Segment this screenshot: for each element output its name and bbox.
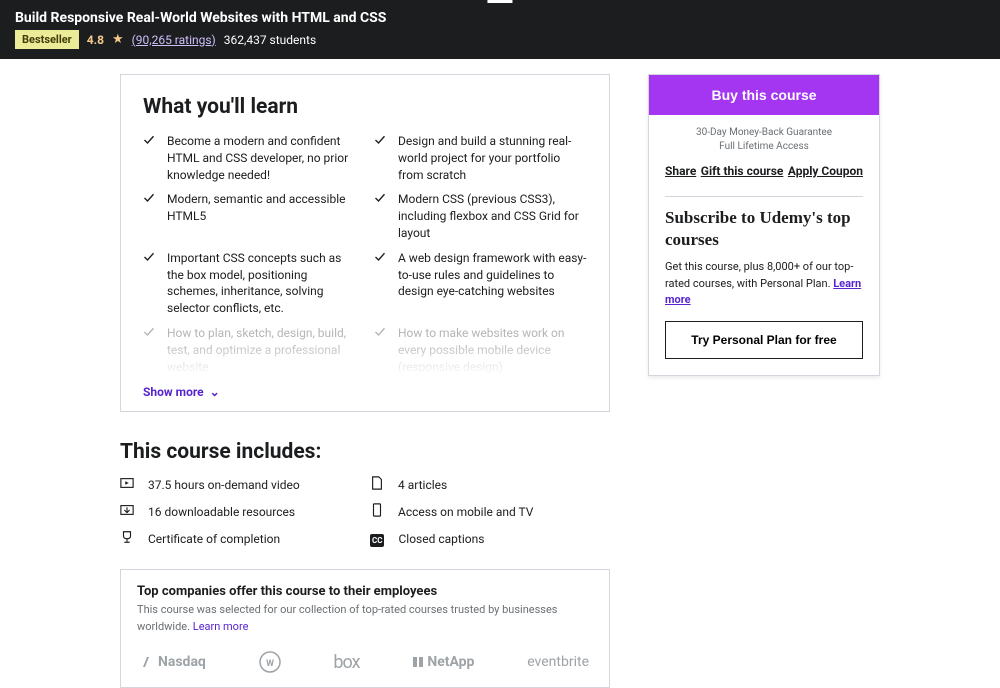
companies-desc: This course was selected for our collect…: [137, 602, 593, 635]
check-icon: [374, 251, 386, 317]
lifetime-access-text: Full Lifetime Access: [665, 141, 863, 152]
subscribe-desc-text: Get this course, plus 8,000+ of our top-…: [665, 260, 853, 290]
try-personal-plan-button[interactable]: Try Personal Plan for free: [665, 321, 863, 359]
purchase-sidebar: Buy this course 30-Day Money-Back Guaran…: [648, 74, 880, 376]
ratings-link[interactable]: (90,265 ratings): [132, 33, 216, 47]
includes-text: Closed captions: [398, 532, 484, 546]
check-icon: [374, 192, 386, 241]
check-icon: [143, 251, 155, 317]
video-icon: [120, 476, 134, 493]
coupon-link[interactable]: Apply Coupon: [788, 164, 863, 178]
company-logos: Nasdaq W box NetApp eventbrite: [137, 651, 593, 673]
companies-heading: Top companies offer this course to their…: [137, 584, 593, 599]
download-icon: [120, 503, 134, 520]
file-icon: [370, 476, 384, 493]
wyl-text: Modern CSS (previous CSS3), including fl…: [398, 191, 587, 241]
companies-learn-more-link[interactable]: Learn more: [193, 620, 249, 633]
check-icon: [143, 134, 155, 183]
subscribe-title: Subscribe to Udemy's top courses: [665, 207, 863, 251]
trophy-icon: [120, 530, 134, 547]
buy-course-button[interactable]: Buy this course: [649, 75, 879, 115]
top-companies-box: Top companies offer this course to their…: [120, 569, 610, 688]
wyl-item: Important CSS concepts such as the box m…: [143, 250, 356, 317]
money-back-text: 30-Day Money-Back Guarantee: [665, 127, 863, 138]
check-icon: [374, 134, 386, 183]
gift-link[interactable]: Gift this course: [701, 164, 784, 178]
svg-text:W: W: [266, 659, 274, 669]
course-header: Build Responsive Real-World Websites wit…: [0, 0, 1000, 59]
wyl-text: Important CSS concepts such as the box m…: [167, 250, 356, 317]
wyl-heading: What you'll learn: [143, 95, 587, 119]
includes-text: 4 articles: [398, 478, 447, 492]
includes-item: 16 downloadable resources: [120, 503, 370, 520]
mobile-icon: [370, 503, 384, 520]
wyl-item: Modern CSS (previous CSS3), including fl…: [374, 191, 587, 241]
box-logo: box: [333, 652, 359, 673]
nasdaq-logo: Nasdaq: [141, 654, 206, 670]
divider: [665, 196, 863, 197]
wyl-item: Modern, semantic and accessible HTML5: [143, 191, 356, 241]
wyl-item: Design and build a stunning real-world p…: [374, 133, 587, 183]
chevron-down-icon: ⌄: [210, 385, 220, 399]
what-youll-learn-box: What you'll learn Become a modern and co…: [120, 74, 610, 412]
rating-value: 4.8: [87, 33, 104, 47]
cc-icon: CC: [370, 532, 384, 546]
course-meta: Bestseller 4.8 ★ (90,265 ratings) 362,43…: [15, 30, 985, 49]
share-link[interactable]: Share: [665, 164, 696, 178]
includes-heading: This course includes:: [120, 440, 610, 464]
includes-item: 37.5 hours on-demand video: [120, 476, 370, 493]
netapp-logo: NetApp: [412, 654, 474, 670]
includes-item: 4 articles: [370, 476, 610, 493]
eventbrite-logo: eventbrite: [527, 654, 589, 670]
wyl-item: A web design framework with easy-to-use …: [374, 250, 587, 317]
includes-text: 16 downloadable resources: [148, 505, 295, 519]
vw-logo: W: [259, 651, 281, 673]
includes-text: Access on mobile and TV: [398, 505, 533, 519]
subscribe-desc: Get this course, plus 8,000+ of our top-…: [665, 259, 863, 309]
course-title: Build Responsive Real-World Websites wit…: [15, 10, 985, 26]
includes-text: 37.5 hours on-demand video: [148, 478, 300, 492]
wyl-text: Become a modern and confident HTML and C…: [167, 133, 356, 183]
or-text: or: [487, 0, 512, 3]
wyl-item: Become a modern and confident HTML and C…: [143, 133, 356, 183]
includes-item: Certificate of completion: [120, 530, 370, 547]
wyl-text: Modern, semantic and accessible HTML5: [167, 191, 356, 241]
bestseller-badge: Bestseller: [15, 30, 79, 49]
wyl-text: A web design framework with easy-to-use …: [398, 250, 587, 317]
star-icon: ★: [112, 32, 124, 47]
course-includes: This course includes: 37.5 hours on-dema…: [120, 440, 610, 547]
check-icon: [143, 192, 155, 241]
students-count: 362,437 students: [224, 33, 316, 47]
includes-item: Access on mobile and TV: [370, 503, 610, 520]
show-more-label: Show more: [143, 385, 204, 399]
show-more-button[interactable]: Show more ⌄: [143, 385, 587, 399]
wyl-text: Design and build a stunning real-world p…: [398, 133, 587, 183]
includes-text: Certificate of completion: [148, 532, 280, 546]
includes-item: CC Closed captions: [370, 530, 610, 547]
sidebar-actions: Share Gift this course Apply Coupon: [665, 164, 863, 190]
fade-overlay: [122, 341, 608, 376]
